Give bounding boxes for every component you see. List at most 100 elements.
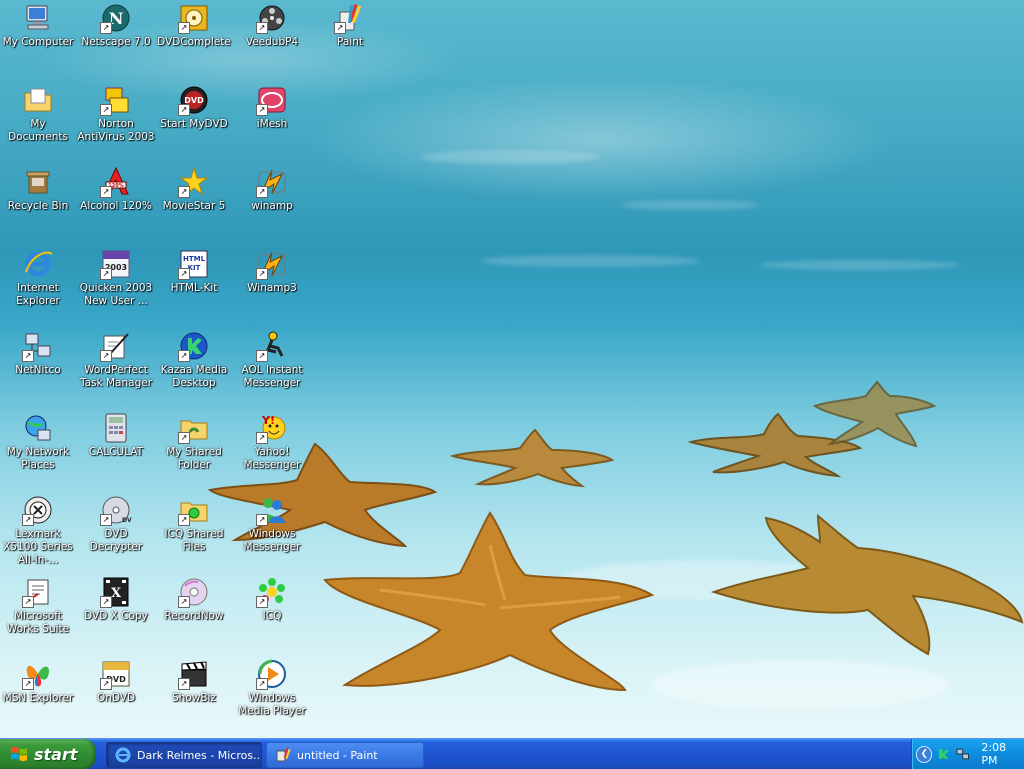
windows-flag-icon bbox=[11, 746, 27, 762]
desktop-icon-imesh[interactable]: ↗ iMesh bbox=[233, 84, 311, 131]
desktop-icon-label: Kazaa Media Desktop bbox=[160, 364, 228, 389]
desktop-icon-dvd-decrypter[interactable]: DVD ↗ DVD Decrypter bbox=[77, 494, 155, 554]
desktop-icon-lexmark-x5100-series-all-in[interactable]: ↗ Lexmark X5100 Series All-In-... bbox=[0, 494, 77, 567]
desktop-icon-alcohol-120[interactable]: 120% ↗ Alcohol 120% bbox=[77, 166, 155, 213]
desktop-icon-veedubp4[interactable]: ↗ VeedubP4 bbox=[233, 2, 311, 49]
taskbar: start Dark Relmes - Micros... untitled -… bbox=[0, 738, 1024, 769]
dvd-disc-icon: DVD ↗ bbox=[100, 494, 132, 526]
taskbar-button-label: untitled - Paint bbox=[297, 748, 378, 762]
taskbar-button-dark-relmes[interactable]: Dark Relmes - Micros... bbox=[106, 742, 262, 768]
html-kit-icon: HTML KIT ↗ bbox=[178, 248, 210, 280]
shortcut-arrow-icon: ↗ bbox=[22, 350, 34, 362]
desktop-icon-icq[interactable]: ↗ ICQ bbox=[233, 576, 311, 623]
desktop-icon-winamp3[interactable]: ↗ Winamp3 bbox=[233, 248, 311, 295]
shortcut-arrow-icon: ↗ bbox=[256, 678, 268, 690]
desktop-icon-wordperfect-task-manager[interactable]: ↗ WordPerfect Task Manager bbox=[77, 330, 155, 390]
shortcut-arrow-icon: ↗ bbox=[100, 596, 112, 608]
desktop[interactable]: My Computer N ↗ Netscape 7.0 ↗ DVDComplete ↗ Ve… bbox=[0, 0, 1024, 738]
desktop-icon-microsoft-works-suite[interactable]: ↗ Microsoft Works Suite bbox=[0, 576, 77, 636]
shortcut-arrow-icon: ↗ bbox=[256, 104, 268, 116]
network-places-icon bbox=[22, 412, 54, 444]
desktop-icon-paint[interactable]: ↗ Paint bbox=[311, 2, 389, 49]
desktop-icon-label: AOL Instant Messenger bbox=[241, 364, 303, 389]
taskbar-button-paint[interactable]: untitled - Paint bbox=[266, 742, 424, 768]
shared-folder-icon: ↗ bbox=[178, 412, 210, 444]
desktop-icon-recordnow[interactable]: ↗ RecordNow bbox=[155, 576, 233, 623]
desktop-icon-winamp[interactable]: ↗ winamp bbox=[233, 166, 311, 213]
desktop-icon-aol-instant-messenger[interactable]: ↗ AOL Instant Messenger bbox=[233, 330, 311, 390]
desktop-icon-label: ICQ bbox=[262, 610, 282, 622]
desktop-icon-dvdcomplete[interactable]: ↗ DVDComplete bbox=[155, 2, 233, 49]
desktop-icon-html-kit[interactable]: HTML KIT ↗ HTML-Kit bbox=[155, 248, 233, 295]
aim-icon: ↗ bbox=[256, 330, 288, 362]
desktop-icon-label: NetNitco bbox=[15, 364, 61, 376]
shortcut-arrow-icon: ↗ bbox=[100, 104, 112, 116]
kazaa-tray-icon[interactable] bbox=[937, 747, 950, 761]
desktop-icon-netnitco[interactable]: ↗ NetNitco bbox=[0, 330, 77, 377]
desktop-icon-label: My Documents bbox=[8, 118, 68, 143]
imesh-icon: ↗ bbox=[256, 84, 288, 116]
shortcut-arrow-icon: ↗ bbox=[178, 268, 190, 280]
winamp-icon: ↗ bbox=[256, 166, 288, 198]
desktop-icon-label: Internet Explorer bbox=[16, 282, 60, 307]
desktop-icon-my-documents[interactable]: My Documents bbox=[0, 84, 77, 144]
wallpaper-ripple bbox=[760, 260, 960, 270]
desktop-icon-label: Quicken 2003 New User ... bbox=[79, 282, 153, 307]
wordperfect-icon: ↗ bbox=[100, 330, 132, 362]
svg-text:DVD: DVD bbox=[122, 517, 132, 524]
desktop-icon-quicken-2003-new-user[interactable]: 2003 ↗ Quicken 2003 New User ... bbox=[77, 248, 155, 308]
desktop-icon-windows-messenger[interactable]: ↗ Windows Messenger bbox=[233, 494, 311, 554]
dvd-x-copy-icon: X ↗ bbox=[100, 576, 132, 608]
desktop-icon-msn-explorer[interactable]: ↗ MSN Explorer bbox=[0, 658, 77, 705]
film-reel-icon: ↗ bbox=[256, 2, 288, 34]
paint-icon bbox=[276, 747, 291, 762]
desktop-icon-recycle-bin[interactable]: Recycle Bin bbox=[0, 166, 77, 213]
desktop-icon-my-shared-folder[interactable]: ↗ My Shared Folder bbox=[155, 412, 233, 472]
desktop-icon-ondvd[interactable]: DVD ↗ OnDVD bbox=[77, 658, 155, 705]
documents-folder-icon bbox=[22, 84, 54, 116]
media-player-icon: ↗ bbox=[256, 658, 288, 690]
alcohol-icon: 120% ↗ bbox=[100, 166, 132, 198]
desktop-icon-label: Windows Media Player bbox=[238, 692, 306, 717]
desktop-icon-label: VeedubP4 bbox=[245, 36, 299, 48]
shortcut-arrow-icon: ↗ bbox=[100, 678, 112, 690]
desktop-icon-yahoo-messenger[interactable]: Y! ↗ Yahoo! Messenger bbox=[233, 412, 311, 472]
desktop-icon-calculat[interactable]: CALCULAT bbox=[77, 412, 155, 459]
desktop-icon-label: ICQ Shared Files bbox=[164, 528, 224, 553]
shortcut-arrow-icon: ↗ bbox=[178, 514, 190, 526]
desktop-icon-label: Netscape 7.0 bbox=[81, 36, 151, 48]
shortcut-arrow-icon: ↗ bbox=[100, 22, 112, 34]
desktop-icon-internet-explorer[interactable]: Internet Explorer bbox=[0, 248, 77, 308]
network-tray-icon[interactable] bbox=[956, 747, 969, 761]
desktop-icon-label: DVD X Copy bbox=[84, 610, 148, 622]
desktop-icon-start-mydvd[interactable]: DVD ↗ Start MyDVD bbox=[155, 84, 233, 131]
desktop-icon-showbiz[interactable]: ↗ ShowBiz bbox=[155, 658, 233, 705]
desktop-icon-moviestar-5[interactable]: ↗ MovieStar 5 bbox=[155, 166, 233, 213]
wallpaper-ripple bbox=[620, 200, 760, 210]
svg-text:HTML: HTML bbox=[183, 255, 206, 263]
desktop-icon-label: winamp bbox=[251, 200, 293, 212]
show-hidden-icons-button[interactable]: ❮ bbox=[916, 745, 933, 763]
desktop-icon-kazaa-media-desktop[interactable]: ↗ Kazaa Media Desktop bbox=[155, 330, 233, 390]
starfish-middle bbox=[450, 428, 615, 488]
dvdcomplete-icon: ↗ bbox=[178, 2, 210, 34]
shortcut-arrow-icon: ↗ bbox=[100, 350, 112, 362]
start-button[interactable]: start bbox=[0, 739, 96, 769]
star-icon: ↗ bbox=[178, 166, 210, 198]
shortcut-arrow-icon: ↗ bbox=[256, 432, 268, 444]
desktop-icon-dvd-x-copy[interactable]: X ↗ DVD X Copy bbox=[77, 576, 155, 623]
desktop-icon-norton-antivirus-2003[interactable]: ↗ Norton AntiVirus 2003 bbox=[77, 84, 155, 144]
norton-icon: ↗ bbox=[100, 84, 132, 116]
yahoo-messenger-icon: Y! ↗ bbox=[256, 412, 288, 444]
desktop-icon-label: Alcohol 120% bbox=[80, 200, 152, 212]
desktop-icon-windows-media-player[interactable]: ↗ Windows Media Player bbox=[233, 658, 311, 718]
computer-icon bbox=[22, 2, 54, 34]
windows-messenger-icon: ↗ bbox=[256, 494, 288, 526]
desktop-icon-my-network-places[interactable]: My Network Places bbox=[0, 412, 77, 472]
clock[interactable]: 2:08 PM bbox=[981, 741, 1024, 767]
desktop-icon-icq-shared-files[interactable]: ↗ ICQ Shared Files bbox=[155, 494, 233, 554]
desktop-icon-my-computer[interactable]: My Computer bbox=[0, 2, 77, 49]
desktop-icon-netscape-7-0[interactable]: N ↗ Netscape 7.0 bbox=[77, 2, 155, 49]
lexmark-icon: ↗ bbox=[22, 494, 54, 526]
shortcut-arrow-icon: ↗ bbox=[22, 514, 34, 526]
